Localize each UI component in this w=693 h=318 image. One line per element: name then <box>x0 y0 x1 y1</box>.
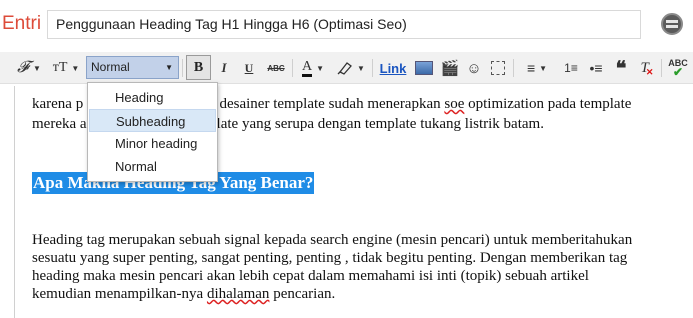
remove-formatting-button[interactable]: T ✕ <box>637 52 657 84</box>
numbered-list-button[interactable]: 1≡ <box>561 52 581 84</box>
entri-label: Entri <box>2 13 42 34</box>
bulleted-list-icon: •≡ <box>589 60 603 76</box>
format-option-normal[interactable]: Normal <box>89 155 216 178</box>
insert-video-button[interactable]: 🎬 <box>439 52 461 84</box>
chevron-down-icon: ▼ <box>71 63 80 73</box>
highlight-color-button[interactable]: ▼ <box>334 52 368 84</box>
link-button[interactable]: Link <box>378 52 408 84</box>
insert-jump-break-button[interactable] <box>488 52 508 84</box>
alignment-button[interactable]: ≡ ▼ <box>521 52 553 84</box>
text-fragment: o desainer template sudah menerapkan <box>208 96 445 112</box>
text-fragment: pencarian. <box>269 286 336 302</box>
insert-emoji-button[interactable]: ☺ <box>464 52 484 84</box>
text-line: sesuatu yang super penting, sangat penti… <box>32 250 628 266</box>
chevron-down-icon: ▼ <box>539 63 548 73</box>
format-option-subheading[interactable]: Subheading <box>89 109 216 132</box>
toolbar-divider <box>372 59 373 77</box>
highlighter-icon <box>337 62 352 75</box>
text-line: heading maka mesin pencari akan lebih ce… <box>32 268 589 284</box>
spellcheck-button[interactable]: ABC ✔ <box>666 52 690 84</box>
chevron-down-icon: ▼ <box>32 63 41 73</box>
italic-button[interactable]: I <box>214 52 234 84</box>
video-icon: 🎬 <box>440 60 460 77</box>
insert-image-button[interactable] <box>413 52 435 84</box>
text-color-button[interactable]: A ▼ <box>296 52 330 84</box>
numbered-list-icon: 1≡ <box>564 61 578 75</box>
emoji-icon: ☺ <box>466 59 482 77</box>
format-option-heading[interactable]: Heading <box>89 86 216 109</box>
image-icon <box>415 61 433 75</box>
toolbar-divider <box>182 59 183 77</box>
chevron-down-icon: ▼ <box>316 63 325 73</box>
post-title-input[interactable]: Penggunaan Heading Tag H1 Hingga H6 (Opt… <box>47 10 641 39</box>
misspelled-word[interactable]: soe <box>444 96 464 112</box>
post-header: Entri Penggunaan Heading Tag H1 Hingga H… <box>0 0 693 48</box>
blogger-profile-icon[interactable] <box>661 13 683 35</box>
misspelled-word[interactable]: dihalaman <box>207 286 269 302</box>
chevron-down-icon: ▼ <box>165 63 173 72</box>
text-fragment: kemudian menampilkan-nya <box>32 286 207 302</box>
font-family-button[interactable]: 𝓕 ▼ <box>14 52 44 84</box>
bulleted-list-button[interactable]: •≡ <box>586 52 606 84</box>
text-fragment: mereka a <box>32 116 87 132</box>
text-fragment: optimization pada template <box>464 96 632 112</box>
format-option-minor-heading[interactable]: Minor heading <box>89 132 216 155</box>
font-icon: 𝓕 <box>17 59 29 76</box>
editor-toolbar: 𝓕 ▼ ᴛT ▼ Normal ▼ B I U ABC A ▼ ▼ Link 🎬 ☺ … <box>0 52 693 84</box>
text-color-icon: A <box>301 59 313 77</box>
underline-button[interactable]: U <box>239 52 259 84</box>
font-size-button[interactable]: ᴛT ▼ <box>50 52 82 84</box>
check-icon: ✔ <box>672 65 684 79</box>
chevron-down-icon: ▼ <box>357 63 365 73</box>
close-icon: ✕ <box>645 66 654 77</box>
format-select[interactable]: Normal ▼ <box>86 56 179 79</box>
text-fragment: late yang serupa dengan template tukang … <box>216 116 544 132</box>
strikethrough-button[interactable]: ABC <box>263 52 289 84</box>
jump-break-icon <box>491 61 505 75</box>
quote-icon: ❝ <box>615 57 627 80</box>
format-dropdown-menu: Heading Subheading Minor heading Normal <box>87 82 218 182</box>
text-line: kemudian menampilkan-nya dihalaman penca… <box>32 285 335 304</box>
quote-button[interactable]: ❝ <box>611 52 631 84</box>
toolbar-divider <box>661 59 662 77</box>
text-line: Heading tag merupakan sebuah signal kepa… <box>32 232 633 248</box>
font-size-icon: ᴛT <box>52 60 68 75</box>
toolbar-divider <box>513 59 514 77</box>
format-select-value: Normal <box>91 60 130 74</box>
align-icon: ≡ <box>526 60 536 76</box>
bold-button[interactable]: B <box>186 55 211 80</box>
text-fragment: karena p <box>32 96 84 112</box>
toolbar-divider <box>292 59 293 77</box>
